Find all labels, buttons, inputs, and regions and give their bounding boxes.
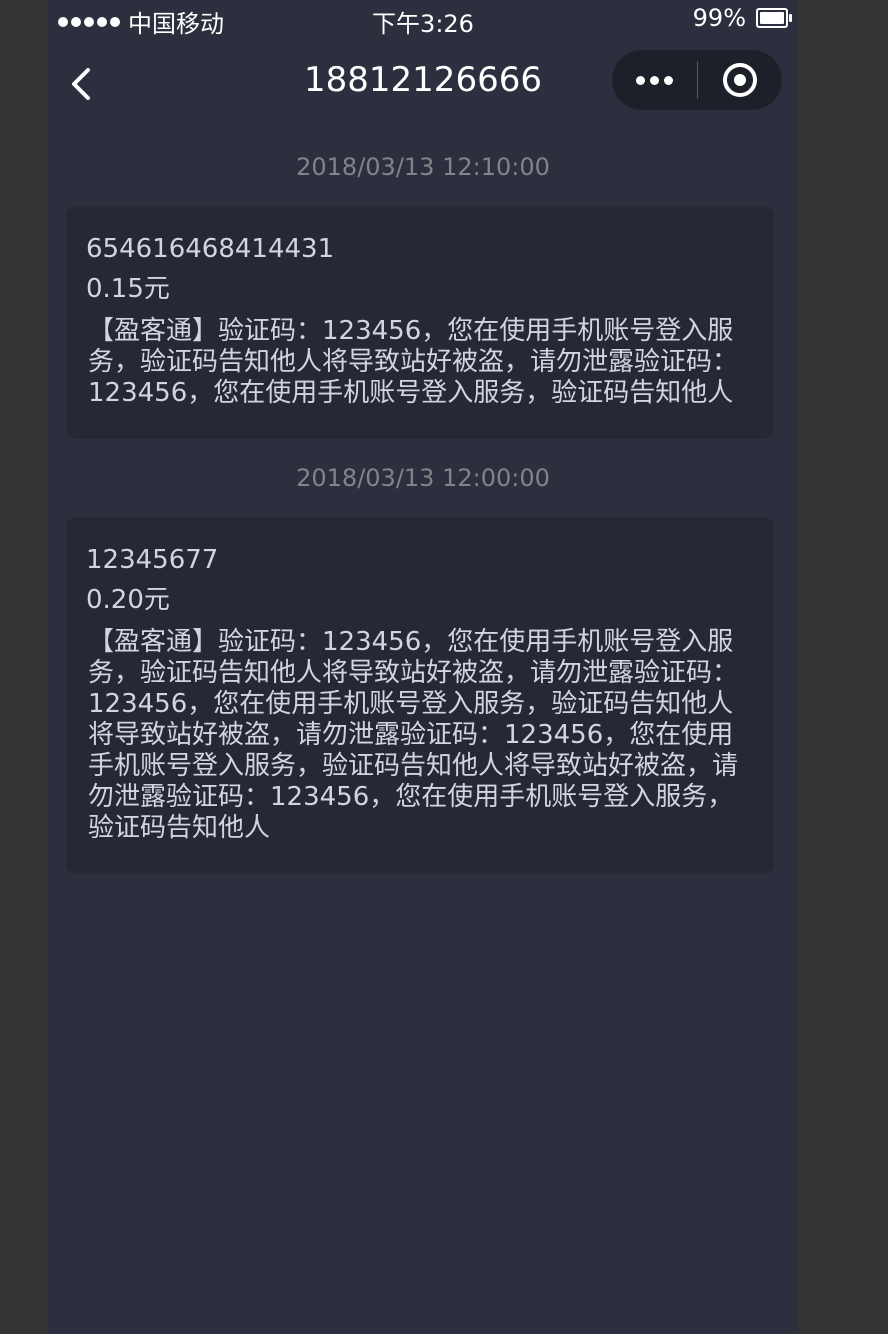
battery-icon xyxy=(756,8,792,28)
status-right: 99% xyxy=(692,4,792,32)
message-body: 【盈客通】验证码：123456，您在使用手机账号登入服务，验证码告知他人将导致站… xyxy=(88,316,739,408)
status-bar: 中国移动 下午3:26 99% xyxy=(48,0,798,40)
sender-number: 654616468414431 xyxy=(86,234,335,264)
close-miniprogram-button[interactable] xyxy=(697,50,782,110)
message-timestamp: 2018/03/13 12:00:00 xyxy=(296,464,550,492)
status-time: 下午3:26 xyxy=(372,10,474,38)
target-icon xyxy=(722,63,757,97)
miniprogram-capsule xyxy=(612,50,782,110)
more-dots-icon xyxy=(636,75,645,85)
message-card[interactable]: 12345677 0.20元 【盈客通】验证码：123456，您在使用手机账号登… xyxy=(66,517,774,874)
message-price: 0.20元 xyxy=(86,585,170,615)
more-button[interactable] xyxy=(612,50,697,110)
message-price: 0.15元 xyxy=(86,274,170,304)
battery-percent: 99% xyxy=(692,4,746,32)
message-timestamp: 2018/03/13 12:10:00 xyxy=(296,153,550,181)
message-list: 2018/03/13 12:10:00 654616468414431 0.15… xyxy=(48,128,798,874)
message-group: 2018/03/13 12:10:00 654616468414431 0.15… xyxy=(48,128,798,439)
message-group: 2018/03/13 12:00:00 12345677 0.20元 【盈客通】… xyxy=(48,439,798,874)
nav-bar: 18812126666 xyxy=(48,40,798,128)
phone-screen: 中国移动 下午3:26 99% 18812126666 2018/03/13 1… xyxy=(48,0,798,1334)
sender-number: 12345677 xyxy=(86,545,219,575)
message-body: 【盈客通】验证码：123456，您在使用手机账号登入服务，验证码告知他人将导致站… xyxy=(88,627,739,843)
message-card[interactable]: 654616468414431 0.15元 【盈客通】验证码：123456，您在… xyxy=(66,206,774,439)
